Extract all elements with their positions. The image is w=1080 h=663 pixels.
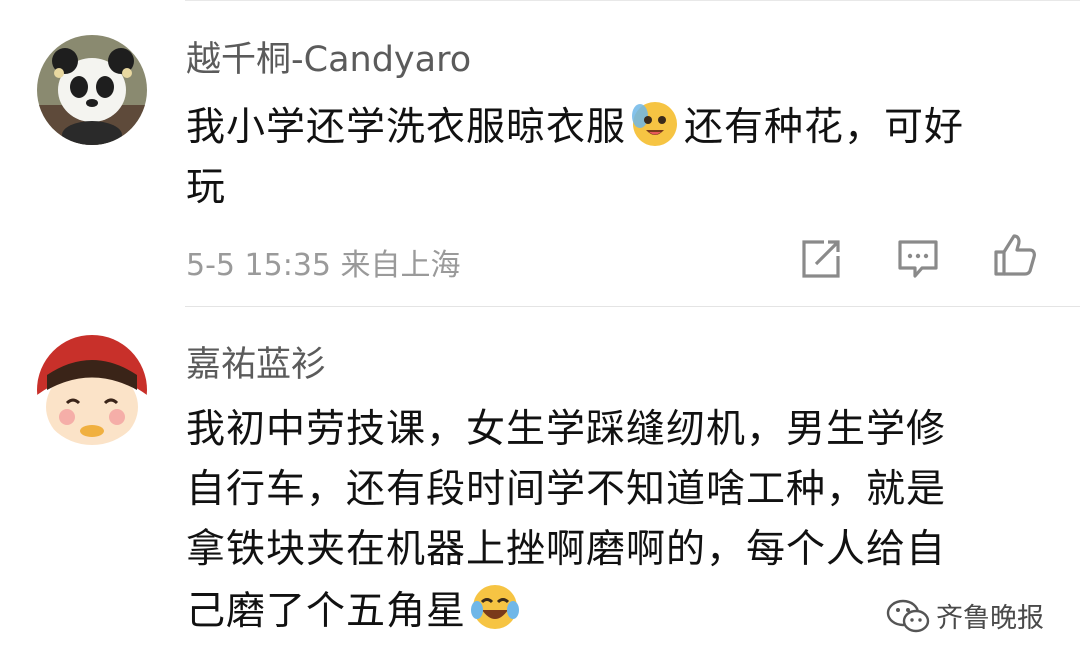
comment-text-segment: 还有种花，可好 <box>684 105 965 150</box>
watermark-text: 齐鲁晚报 <box>936 603 1044 634</box>
comment-text-segment: 我小学还学洗衣服晾衣服 <box>186 105 627 150</box>
comment-text-segment: 己磨了个五角星 <box>186 589 467 634</box>
avatar-cartoon-girl[interactable] <box>37 335 147 445</box>
comment-text-line: 自行车，还有段时间学不知道啥工种，就是 <box>186 467 947 512</box>
comment-text-line: 玩 <box>186 165 227 210</box>
sweat-smile-emoji-icon <box>632 102 678 146</box>
comment-text-line: 我初中劳技课，女生学踩缝纫机，男生学修 <box>186 407 947 452</box>
comment-meta: 5-5 15:35 来自上海 <box>186 248 461 283</box>
comment-text-line: 拿铁块夹在机器上挫啊磨啊的，每个人给自 <box>186 527 947 572</box>
watermark: 齐鲁晚报 <box>886 596 1044 635</box>
comment-text: 我初中劳技课，女生学踩缝纫机，男生学修 自行车，还有段时间学不知道啥工种，就是 … <box>186 400 946 642</box>
comment-text: 我小学还学洗衣服晾衣服 还有种花，可好 玩 <box>186 96 964 218</box>
wechat-icon <box>886 599 930 632</box>
username[interactable]: 嘉祐蓝衫 <box>186 345 326 385</box>
share-icon[interactable] <box>798 236 844 282</box>
comment-icon[interactable] <box>895 236 941 282</box>
laugh-cry-emoji-icon <box>471 585 520 629</box>
like-icon[interactable] <box>992 232 1038 278</box>
username[interactable]: 越千桐-Candyaro <box>186 40 471 80</box>
comment-item: 越千桐-Candyaro 我小学还学洗衣服晾衣服 还有种花，可好 玩 5-5 1… <box>0 0 1080 306</box>
avatar-panda[interactable] <box>37 35 147 145</box>
